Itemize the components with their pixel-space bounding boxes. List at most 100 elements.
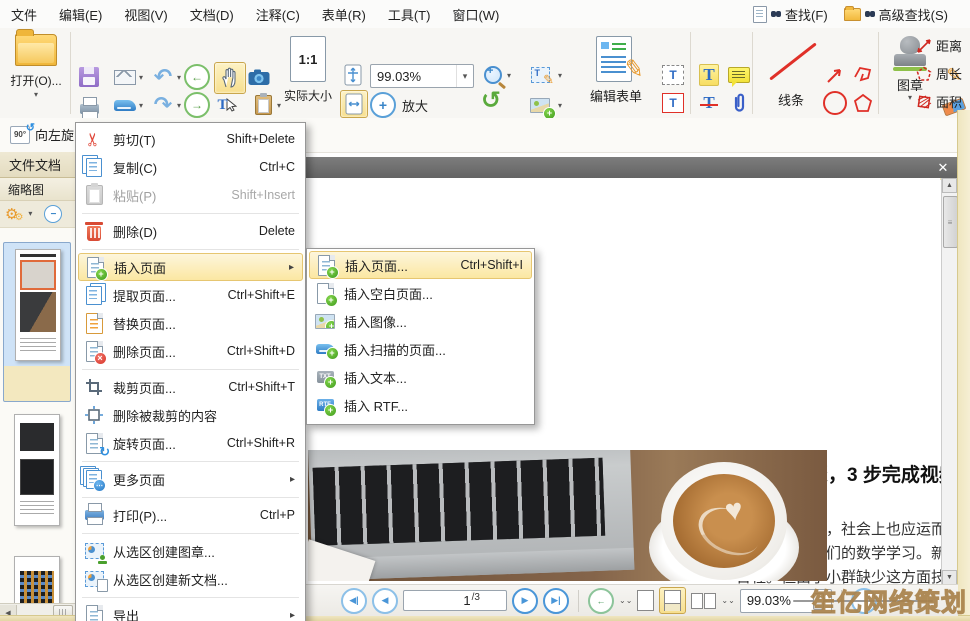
mail-button[interactable]: ▾ <box>108 64 142 90</box>
arrow-tool-button[interactable] <box>822 62 848 88</box>
menu-comment[interactable]: 注释(C) <box>245 0 311 28</box>
redo-button[interactable]: ↷ ▾ <box>146 92 180 118</box>
menu-item-delete[interactable]: 删除(D) Delete <box>78 217 303 245</box>
previous-view-button[interactable]: ← <box>588 588 614 614</box>
last-page-button[interactable]: ▶| <box>543 588 569 614</box>
menu-item-remove-cropped-content[interactable]: 删除被裁剪的内容 <box>78 401 303 429</box>
menu-item-more-pages[interactable]: 更多页面 ▸ <box>78 465 303 493</box>
menu-tools[interactable]: 工具(T) <box>377 0 442 28</box>
open-button[interactable]: 打开(O)... ▾ <box>6 34 66 99</box>
menu-item-insert-pages[interactable]: 插入页面 ▸ <box>78 253 303 281</box>
edit-form-button[interactable]: ✎ 编辑表单 <box>576 36 656 105</box>
menu-form[interactable]: 表单(R) <box>311 0 377 28</box>
sticky-note-button[interactable] <box>726 62 752 88</box>
chevrons-icon[interactable]: ⌄⌄ <box>619 597 632 604</box>
thumbnail-page-2[interactable] <box>3 410 69 540</box>
zoom-combobox[interactable]: 99.03% ▾ <box>370 64 474 88</box>
text-box-icon: T <box>662 93 684 113</box>
page-number-input[interactable]: 1/3 <box>403 590 507 611</box>
area-label: 面积 <box>936 92 962 111</box>
undo-button[interactable]: ↶ ▾ <box>146 64 180 90</box>
perimeter-tool-button[interactable]: 周长 <box>916 64 962 83</box>
text-box-button[interactable]: T <box>660 90 686 116</box>
fit-visible-button[interactable] <box>340 62 366 88</box>
find-button[interactable]: 查找(F) <box>745 0 836 28</box>
thumbnail-page-3[interactable] <box>3 552 69 603</box>
advanced-find-button[interactable]: 高级查找(S) <box>836 0 956 28</box>
thumb-zoom-out-button[interactable]: − <box>44 205 62 223</box>
menu-item-rotate-pages[interactable]: ↻ 旋转页面... Ctrl+Shift+R <box>78 429 303 457</box>
submenu-item-insert-image[interactable]: 插入图像... <box>309 307 532 335</box>
menu-document[interactable]: 文档(D) <box>179 0 245 28</box>
area-tool-button[interactable]: 面积 <box>916 92 962 111</box>
submenu-item-insert-blank-page[interactable]: 插入空白页面... <box>309 279 532 307</box>
edit-content-button[interactable]: T ✎ ▾ <box>520 62 560 88</box>
menu-view[interactable]: 视图(V) <box>113 0 178 28</box>
submenu-item-insert-text[interactable]: TXT 插入文本... <box>309 363 532 391</box>
submenu-item-insert-pages[interactable]: 插入页面... Ctrl+Shift+I <box>309 251 532 279</box>
chevrons-icon[interactable]: ⌄⌄ <box>721 597 734 604</box>
add-content-button[interactable]: ▾ <box>520 92 560 118</box>
chevron-down-icon[interactable]: ▾ <box>28 210 32 218</box>
menu-item-delete-pages[interactable]: 删除页面... Ctrl+Shift+D <box>78 337 303 365</box>
polygon-tool-button[interactable] <box>850 90 876 116</box>
submenu-item-insert-rtf[interactable]: RTF 插入 RTF... <box>309 391 532 419</box>
menu-item-replace-pages[interactable]: 替换页面... <box>78 309 303 337</box>
attach-file-button[interactable] <box>726 90 752 116</box>
menu-item-label: 旋转页面... <box>113 434 176 453</box>
print-button[interactable] <box>76 92 102 118</box>
highlight-text-button[interactable]: T <box>696 62 722 88</box>
distance-tool-button[interactable]: 距离 <box>916 36 962 55</box>
first-page-button[interactable]: ◀| <box>341 588 367 614</box>
menu-separator <box>78 593 303 601</box>
scan-button[interactable]: ▾ <box>108 92 142 118</box>
typewriter-button[interactable]: T <box>660 62 686 88</box>
menu-file[interactable]: 文件 <box>0 0 48 28</box>
strikeout-text-button[interactable]: T <box>696 90 722 116</box>
actual-size-button[interactable]: 1:1 实际大小 <box>278 36 338 104</box>
menu-item-paste[interactable]: 粘贴(P) Shift+Insert <box>78 181 303 209</box>
fit-width-button[interactable] <box>340 90 368 118</box>
next-page-button[interactable]: ▶ <box>512 588 538 614</box>
menu-item-label: 插入扫描的页面... <box>344 340 446 359</box>
hand-tool-button[interactable] <box>214 62 246 94</box>
single-page-layout-button[interactable] <box>637 590 654 611</box>
polyline-tool-button[interactable] <box>850 62 876 88</box>
thumbnails-options-row: ⚙ ⚙ ▾ − <box>0 201 75 228</box>
zoom-in-button[interactable]: + 放大 <box>370 92 428 118</box>
save-button[interactable] <box>76 64 102 90</box>
previous-page-button[interactable]: ◀ <box>372 588 398 614</box>
zoom-tool-button[interactable]: ▾ <box>476 62 510 88</box>
menu-item-cut[interactable]: ✂ 剪切(T) Shift+Delete <box>78 125 303 153</box>
menu-item-print[interactable]: 打印(P)... Ctrl+P <box>78 501 303 529</box>
submenu-item-insert-scanned-pages[interactable]: 插入扫描的页面... <box>309 335 532 363</box>
history-forward-button[interactable]: → <box>184 92 210 118</box>
scrollbar-thumb[interactable]: ≡ <box>943 196 958 248</box>
menu-item-copy[interactable]: 复制(C) Ctrl+C <box>78 153 303 181</box>
document-vscrollbar[interactable]: ▲ ≡ ▼ <box>941 178 958 585</box>
menu-item-crop-pages[interactable]: 裁剪页面... Ctrl+Shift+T <box>78 373 303 401</box>
chevron-down-icon: ▾ <box>558 102 562 110</box>
oval-tool-button[interactable] <box>822 90 848 116</box>
menu-edit[interactable]: 编辑(E) <box>48 0 113 28</box>
menu-window[interactable]: 窗口(W) <box>441 0 510 28</box>
snapshot-button[interactable] <box>246 64 272 90</box>
continuous-layout-button[interactable] <box>659 587 686 614</box>
continuous-layout-icon <box>664 590 681 611</box>
t-glyph: T <box>535 68 541 78</box>
rotate-left-button[interactable]: 90° 向左旋 <box>4 121 80 148</box>
menu-item-create-document-from-selection[interactable]: 从选区创建新文档... <box>78 565 303 593</box>
menu-item-extract-pages[interactable]: 提取页面... Ctrl+Shift+E <box>78 281 303 309</box>
open-label: 打开(O)... <box>10 72 61 89</box>
menu-item-export[interactable]: → 导出 ▸ <box>78 601 303 621</box>
clipboard-tools-button[interactable]: ▾ <box>246 92 280 118</box>
one-to-one-text: 1:1 <box>299 52 318 67</box>
select-text-button[interactable]: T <box>214 92 240 118</box>
rotate-ccw-button[interactable]: ↺ <box>478 88 504 114</box>
close-document-icon[interactable]: ✕ <box>933 159 953 176</box>
history-back-button[interactable]: ← <box>184 64 210 90</box>
scroll-up-icon[interactable]: ▲ <box>942 178 957 193</box>
two-page-layout-button[interactable] <box>691 593 716 609</box>
menu-item-create-stamp-from-selection[interactable]: 从选区创建图章... <box>78 537 303 565</box>
thumbnail-page-1[interactable] <box>3 242 71 402</box>
